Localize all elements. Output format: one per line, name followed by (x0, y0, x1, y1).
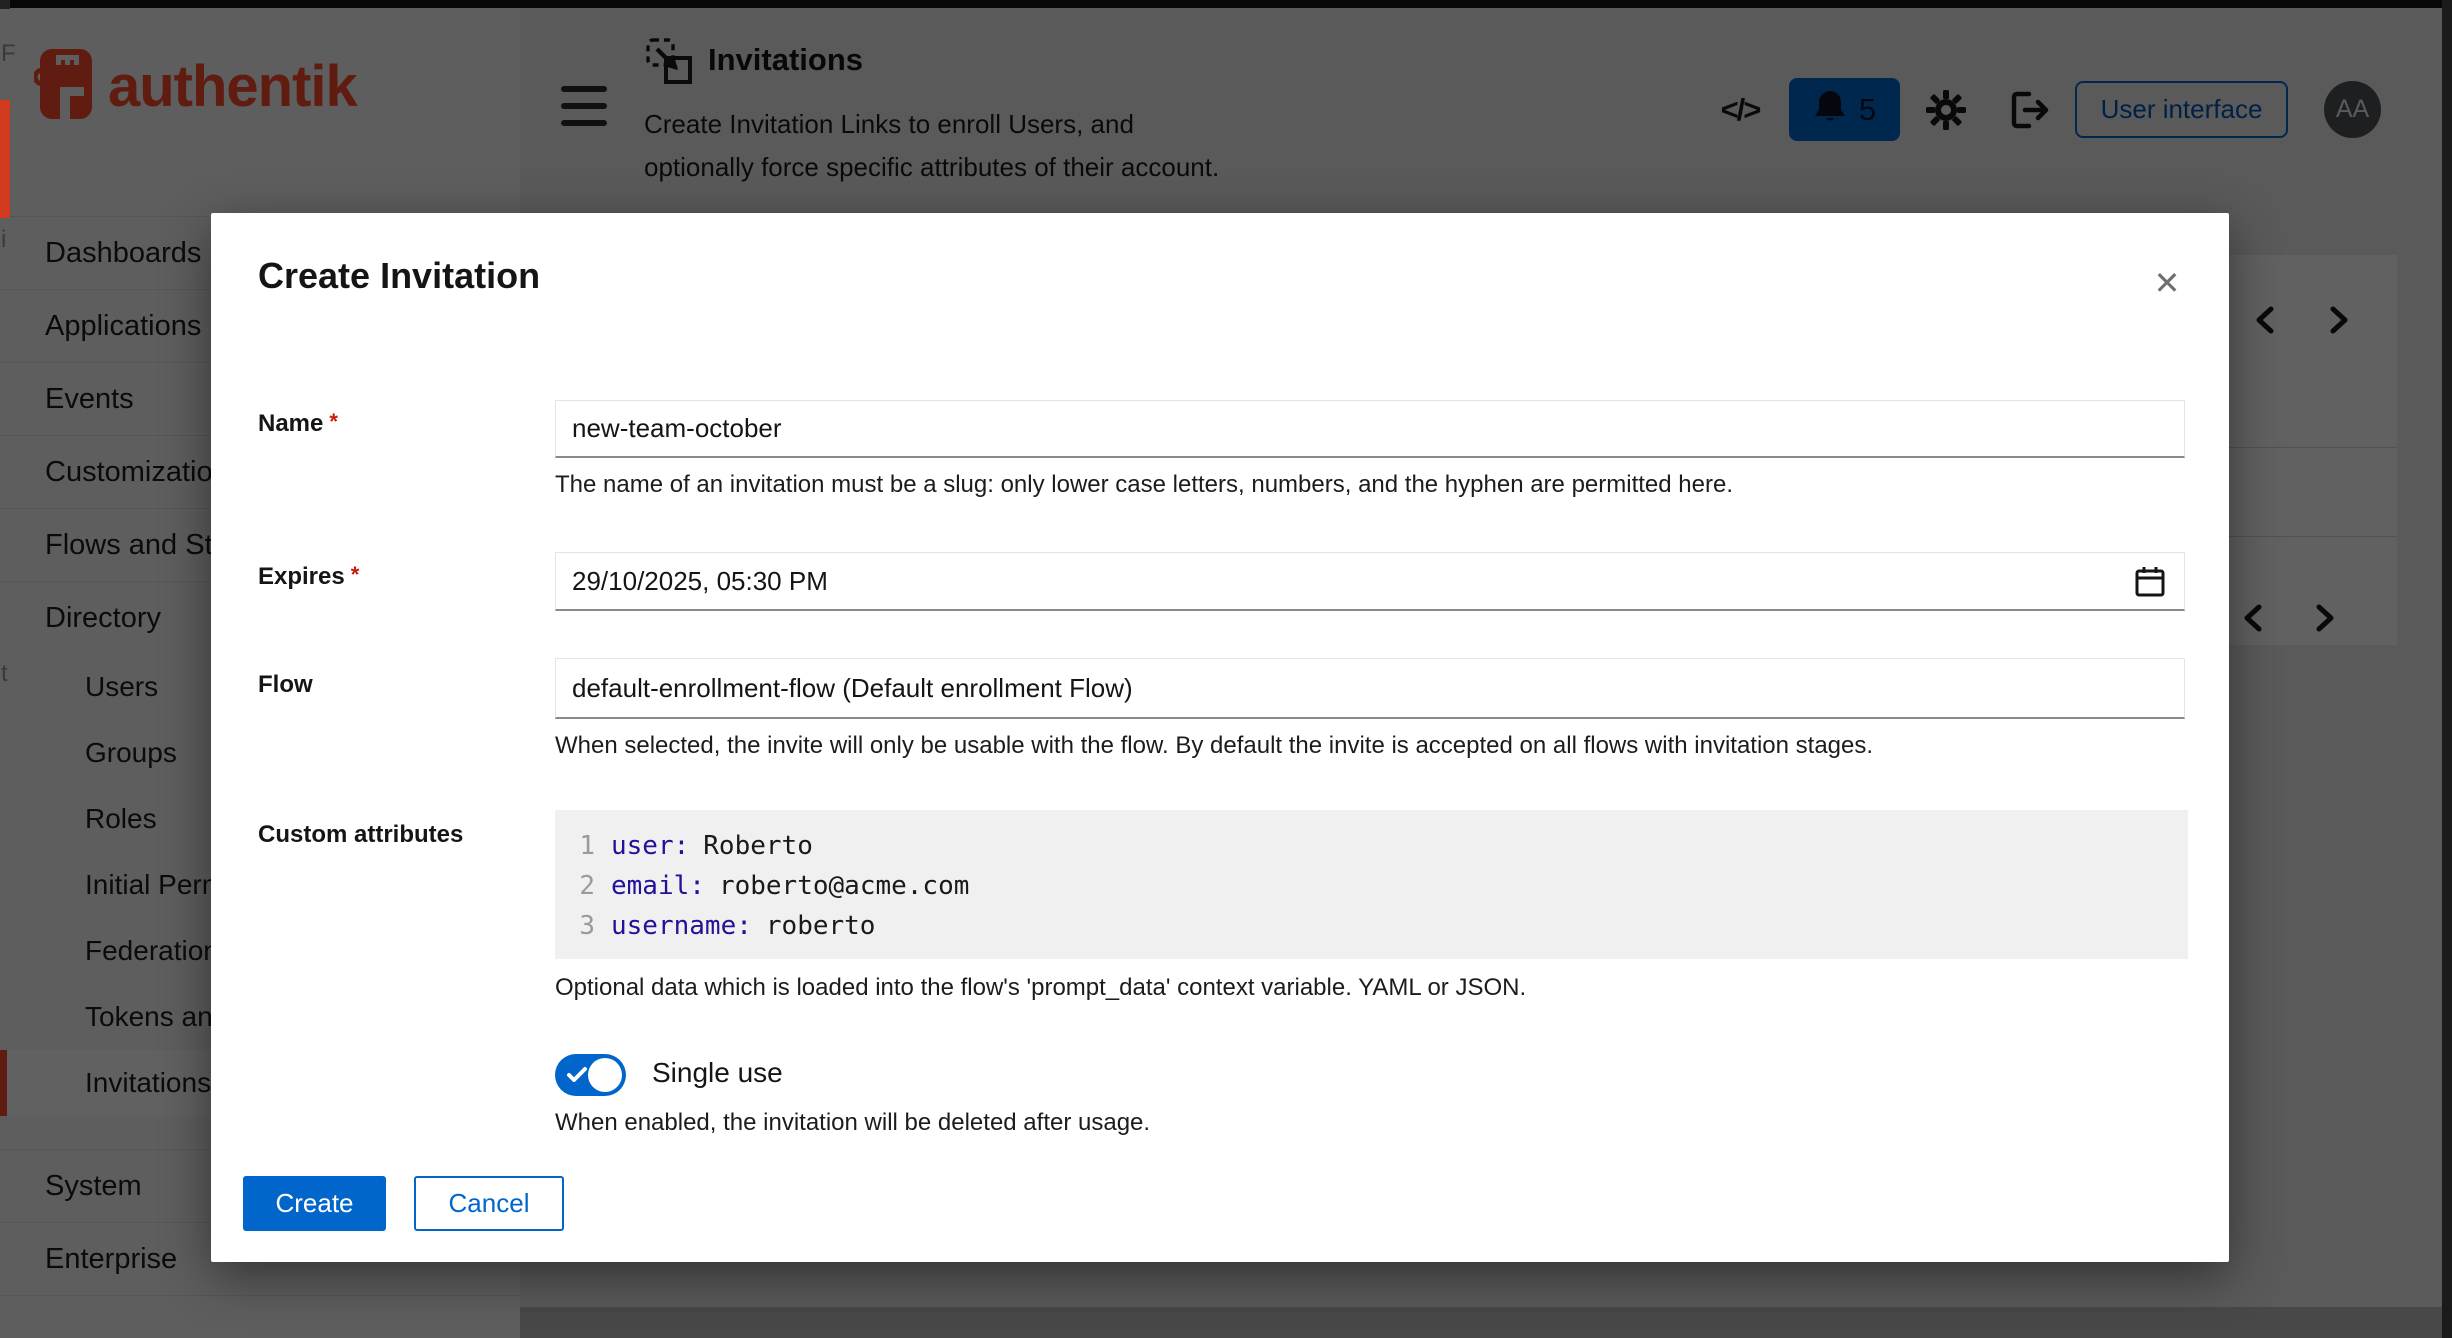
name-label: Name* (258, 409, 538, 438)
flow-select-input[interactable] (555, 658, 2185, 719)
check-icon (566, 1065, 588, 1085)
expires-datetime-field (555, 552, 2185, 611)
required-asterisk: * (351, 562, 360, 587)
yaml-key: user: (611, 831, 689, 861)
app-window: authentik Dashboards Applications Events… (0, 0, 2442, 1338)
single-use-label: Single use (652, 1057, 783, 1089)
toggle-knob (588, 1058, 622, 1092)
close-icon[interactable]: ✕ (2145, 261, 2189, 305)
custom-attributes-helper-text: Optional data which is loaded into the f… (555, 973, 2175, 1003)
cancel-button[interactable]: Cancel (414, 1176, 564, 1231)
sliver-red-block (0, 100, 10, 218)
custom-attributes-label: Custom attributes (258, 821, 538, 849)
code-line: 1 user: Roberto (555, 826, 2188, 866)
yaml-key: email: (611, 871, 705, 901)
name-input[interactable] (555, 400, 2185, 458)
create-button[interactable]: Create (243, 1176, 386, 1231)
single-use-toggle[interactable] (555, 1054, 626, 1096)
flow-label: Flow (258, 671, 538, 699)
code-line: 3 username: roberto (555, 906, 2188, 946)
sliver-text-fragment: F (1, 40, 10, 68)
yaml-key: username: (611, 911, 752, 941)
calendar-icon[interactable] (2135, 566, 2165, 603)
custom-attributes-code-editor[interactable]: 1 user: Roberto 2 email: roberto@acme.co… (555, 810, 2188, 959)
expires-label: Expires* (258, 562, 538, 591)
sliver-text-fragment: i (1, 226, 6, 254)
line-number: 1 (555, 831, 595, 861)
yaml-value: roberto (766, 911, 876, 941)
code-line: 2 email: roberto@acme.com (555, 866, 2188, 906)
sliver-text-fragment: t (1, 660, 8, 688)
flow-helper-text: When selected, the invite will only be u… (555, 731, 2175, 761)
line-number: 3 (555, 911, 595, 941)
expires-input[interactable] (555, 552, 2185, 611)
sliver-top-strip (0, 0, 10, 9)
required-asterisk: * (329, 409, 338, 434)
yaml-value: Roberto (703, 831, 813, 861)
create-invitation-modal: Create Invitation ✕ Name* The name of an… (211, 213, 2229, 1262)
modal-title: Create Invitation (258, 255, 540, 297)
yaml-value: roberto@acme.com (719, 871, 969, 901)
line-number: 2 (555, 871, 595, 901)
single-use-helper-text: When enabled, the invitation will be del… (555, 1108, 2175, 1138)
name-helper-text: The name of an invitation must be a slug… (555, 470, 2175, 500)
